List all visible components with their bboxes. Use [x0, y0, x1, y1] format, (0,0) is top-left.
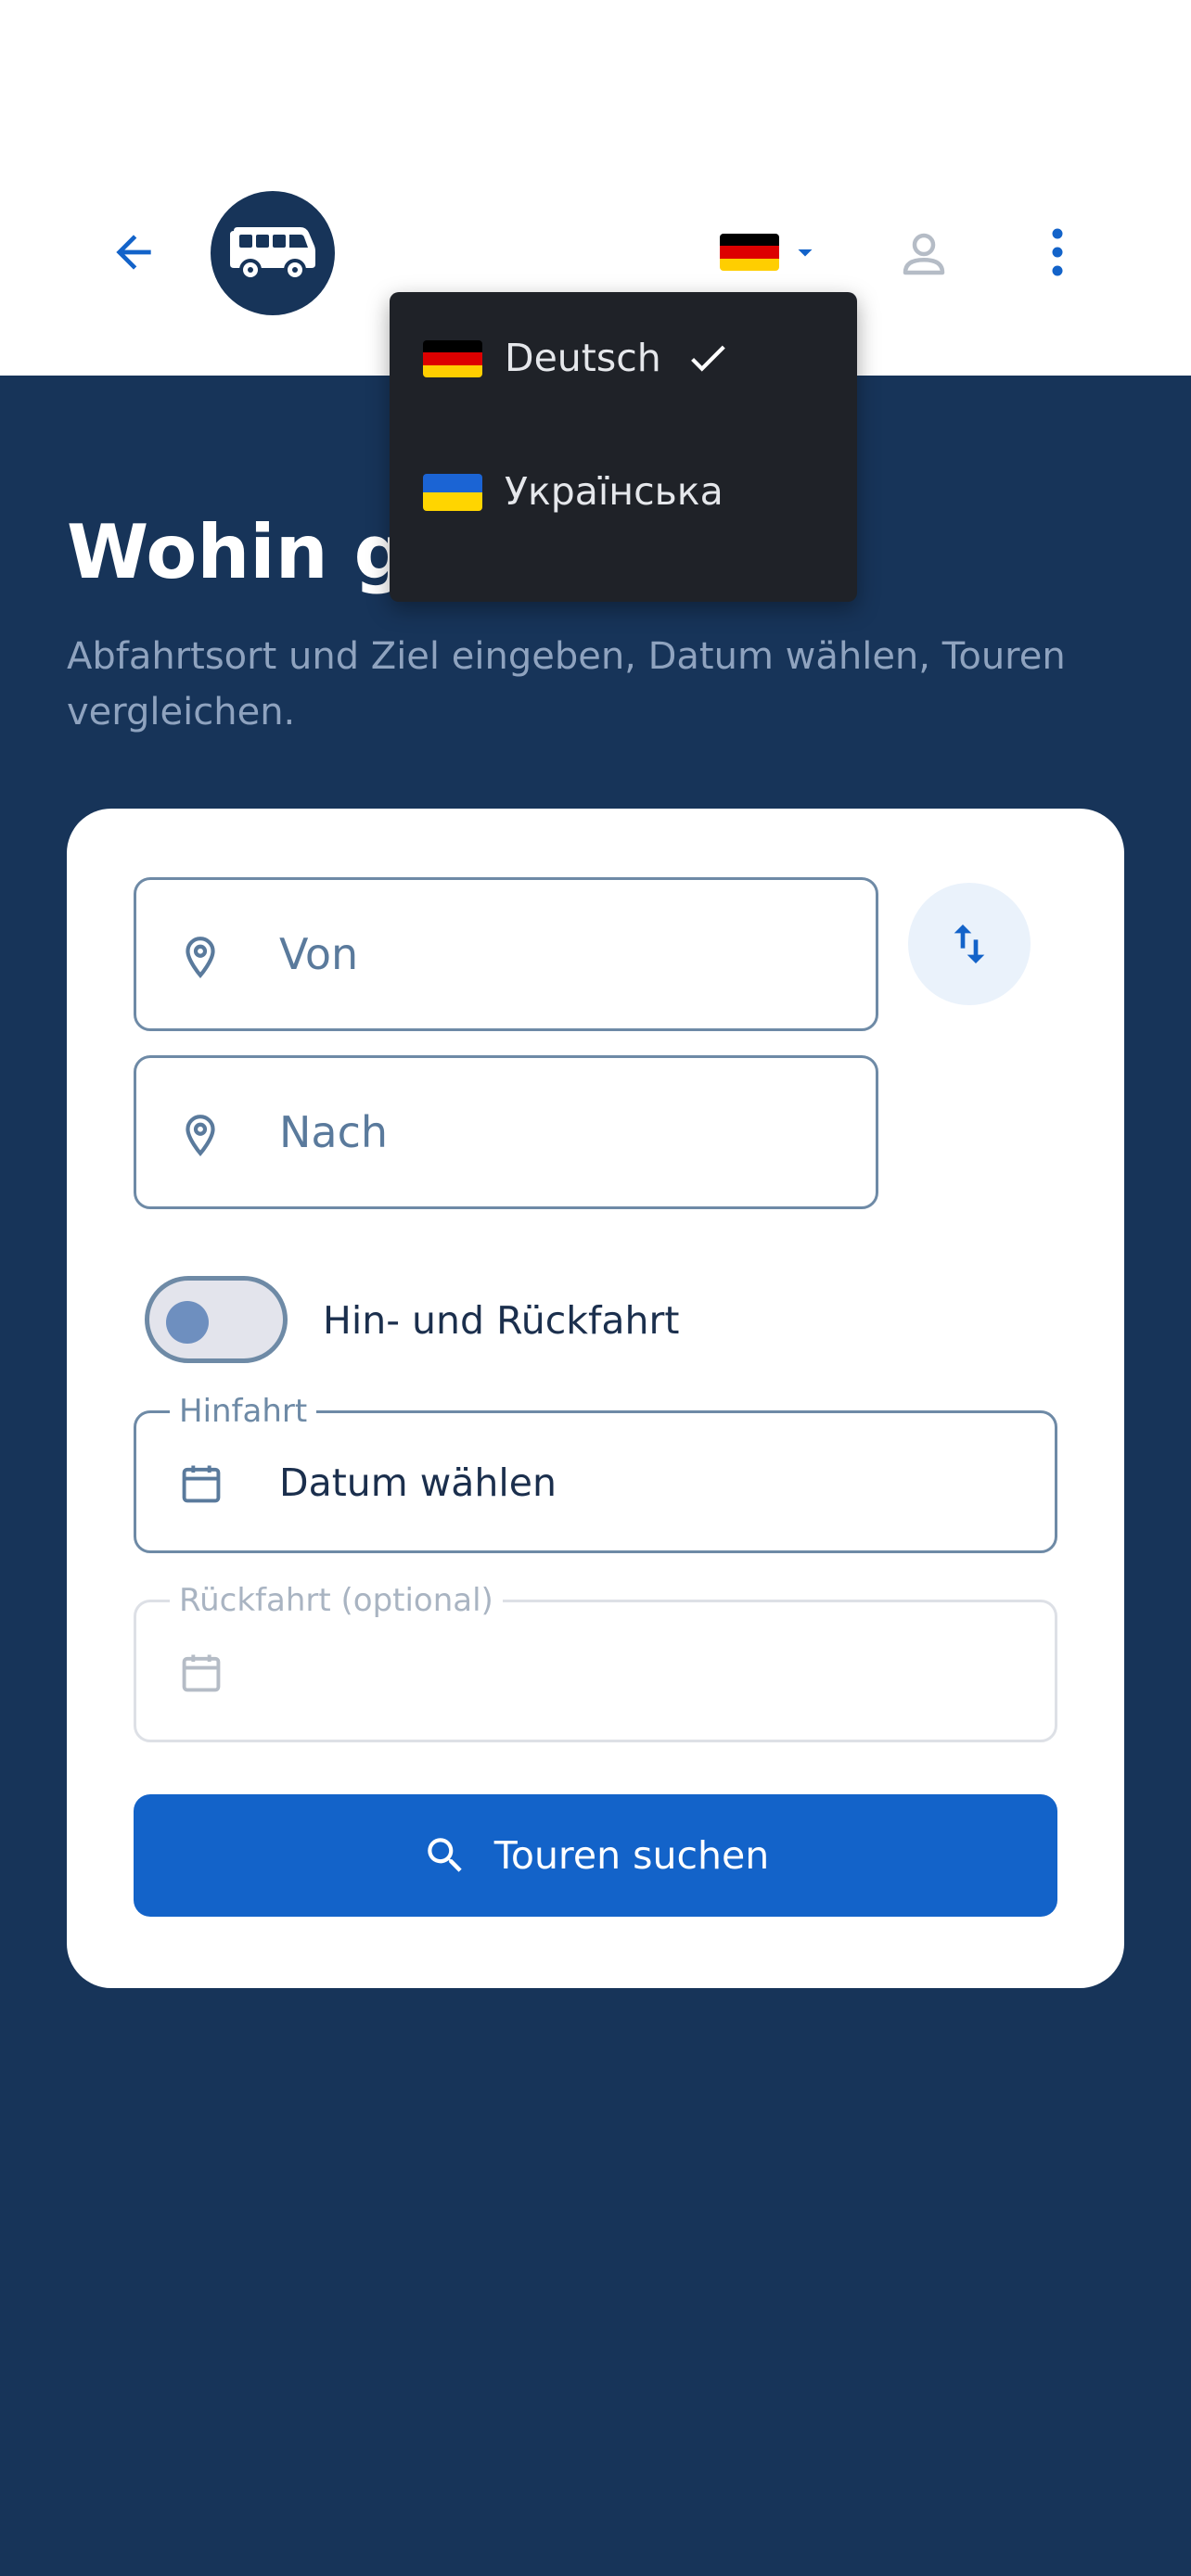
flag-ua-icon	[423, 474, 482, 511]
swap-vertical-icon	[954, 925, 985, 963]
return-date-label: Rückfahrt (optional)	[170, 1584, 503, 1617]
more-menu-button[interactable]	[1030, 219, 1085, 286]
caret-down-icon	[798, 249, 813, 257]
flag-de-icon	[423, 340, 482, 377]
language-selector[interactable]	[720, 230, 822, 274]
user-icon	[903, 233, 945, 275]
outbound-date-value: Datum wählen	[279, 1460, 557, 1505]
arrow-left-icon	[116, 235, 151, 270]
search-tours-button[interactable]: Touren suchen	[134, 1794, 1057, 1917]
back-button[interactable]	[100, 219, 167, 286]
location-pin-icon	[186, 937, 215, 978]
app-logo[interactable]	[211, 191, 335, 315]
toggle-knob	[166, 1301, 209, 1344]
round-trip-toggle[interactable]	[145, 1276, 288, 1363]
language-option-label: Українська	[505, 469, 724, 514]
outbound-date-field[interactable]: Hinfahrt Datum wählen	[134, 1395, 1057, 1553]
search-card: Von Nach Hin- und Rückfahrt Hinfahrt Dat…	[67, 809, 1124, 1988]
location-pin-icon	[186, 1115, 215, 1156]
return-date-field[interactable]: Rückfahrt (optional)	[134, 1584, 1057, 1742]
search-icon	[428, 1838, 462, 1872]
language-option-ua[interactable]: Українська	[390, 426, 857, 559]
calendar-icon	[182, 1654, 221, 1692]
from-input[interactable]: Von	[134, 877, 878, 1031]
more-vertical-icon	[1052, 228, 1063, 276]
round-trip-label: Hin- und Rückfahrt	[323, 1298, 680, 1343]
to-input-placeholder: Nach	[279, 1107, 389, 1157]
language-option-label: Deutsch	[505, 336, 661, 380]
outbound-date-label: Hinfahrt	[170, 1395, 317, 1428]
bus-icon	[230, 227, 315, 281]
to-input[interactable]: Nach	[134, 1055, 878, 1209]
from-input-placeholder: Von	[279, 929, 359, 979]
page-subtitle: Abfahrtsort und Ziel eingeben, Datum wäh…	[67, 635, 1066, 733]
language-option-de[interactable]: Deutsch	[390, 292, 857, 426]
search-button-label: Touren suchen	[493, 1833, 770, 1878]
account-button[interactable]	[892, 223, 955, 286]
language-menu: Deutsch Українська	[390, 292, 857, 602]
flag-de-icon	[720, 234, 779, 271]
checkmark-icon	[691, 345, 725, 372]
swap-locations-button[interactable]	[908, 883, 1031, 1005]
calendar-icon	[182, 1465, 221, 1503]
